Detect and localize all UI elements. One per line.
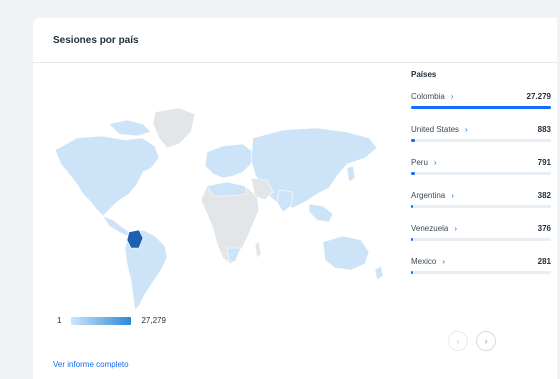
legend-max: 27,279 [141, 316, 166, 325]
country-name: Argentina [411, 191, 446, 200]
country-value: 27.279 [526, 92, 551, 101]
map-arctic-islands [108, 119, 152, 137]
map-new-zealand [374, 265, 384, 281]
countries-list: Países Colombia › 27.279 United States › 8… [411, 70, 551, 289]
country-bar-track [411, 172, 551, 175]
country-row-colombia[interactable]: Colombia › 27.279 [411, 91, 551, 109]
country-row-argentina[interactable]: Argentina › 382 [411, 190, 551, 208]
country-value: 376 [537, 224, 551, 233]
country-bar-fill [411, 106, 551, 109]
map-north-america[interactable] [54, 135, 160, 217]
country-row-mexico[interactable]: Mexico › 281 [411, 256, 551, 274]
map-africa-south [226, 247, 242, 263]
map-legend: 1 27,279 [57, 316, 166, 325]
map-greenland [152, 107, 196, 149]
country-name: Mexico [411, 257, 437, 266]
chevron-left-icon: ‹ [456, 336, 460, 346]
country-bar-fill [411, 271, 414, 274]
card-title: Sesiones por país [33, 18, 557, 63]
country-value: 883 [537, 125, 551, 134]
chevron-right-icon: › [484, 336, 488, 346]
country-name: Colombia [411, 92, 445, 101]
country-value: 382 [537, 191, 551, 200]
country-row-united-states[interactable]: United States › 883 [411, 124, 551, 142]
country-bar-track [411, 205, 551, 208]
map-central-america [102, 215, 130, 237]
previous-page-button[interactable]: ‹ [448, 331, 468, 351]
legend-gradient [71, 316, 132, 325]
legend-min: 1 [57, 316, 62, 325]
country-row-peru[interactable]: Peru › 791 [411, 157, 551, 175]
country-name: Venezuela [411, 224, 449, 233]
country-name: Peru [411, 158, 428, 167]
country-value: 281 [537, 257, 551, 266]
country-bar-track [411, 139, 551, 142]
map-australia[interactable] [322, 235, 370, 271]
countries-pager: ‹ › [448, 331, 496, 351]
chevron-right-icon: › [451, 191, 454, 200]
country-value: 791 [537, 158, 551, 167]
next-page-button[interactable]: › [476, 331, 496, 351]
chevron-right-icon: › [465, 125, 468, 134]
country-bar-fill [411, 238, 414, 241]
map-japan [346, 165, 356, 183]
country-row-venezuela[interactable]: Venezuela › 376 [411, 223, 551, 241]
world-map-svg [54, 107, 384, 311]
map-madagascar [254, 241, 262, 259]
sessions-by-country-card: Sesiones por país 1 27,279 Países Colomb… [33, 18, 557, 379]
country-bar-fill [411, 172, 416, 175]
chevron-right-icon: › [442, 257, 446, 266]
country-bar-track [411, 238, 551, 241]
map-india [276, 189, 294, 213]
country-bar-fill [411, 139, 416, 142]
map-asia[interactable] [250, 127, 378, 209]
country-bar-track [411, 106, 551, 109]
map-europe[interactable] [204, 143, 254, 179]
country-bar-fill [411, 205, 414, 208]
world-map[interactable] [47, 98, 387, 318]
map-africa-north [206, 181, 248, 197]
view-full-report-link[interactable]: Ver informe completo [53, 360, 129, 369]
country-name: United States [411, 125, 460, 134]
chevron-right-icon: › [454, 224, 458, 233]
countries-title: Países [411, 70, 437, 79]
country-bar-track [411, 271, 551, 274]
chevron-right-icon: › [450, 92, 454, 101]
chevron-right-icon: › [433, 158, 437, 167]
map-southeast-asia [308, 203, 334, 223]
